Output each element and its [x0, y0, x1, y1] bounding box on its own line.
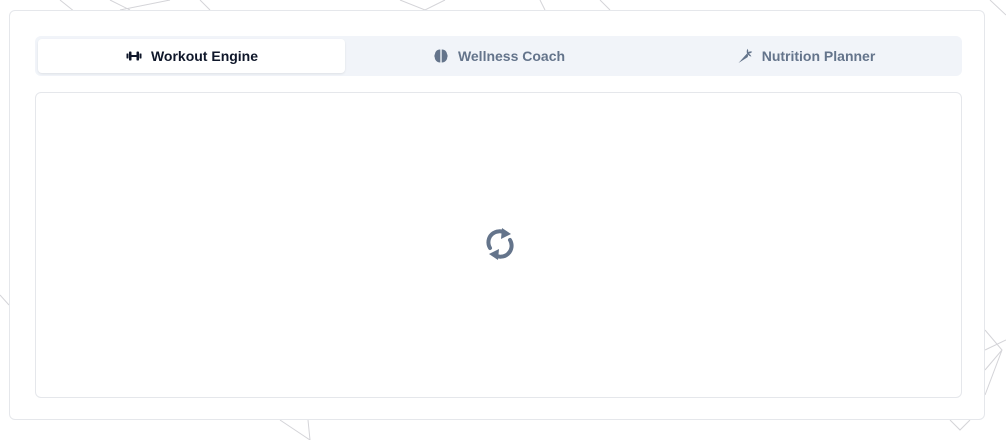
tab-wellness-coach[interactable]: Wellness Coach	[345, 39, 652, 73]
tab-label: Nutrition Planner	[761, 48, 876, 64]
tab-label: Wellness Coach	[457, 48, 566, 64]
tab-workout-engine[interactable]: Workout Engine	[38, 39, 345, 73]
dumbbell-icon	[125, 47, 143, 65]
tab-label: Workout Engine	[150, 48, 259, 64]
refresh-icon	[486, 228, 514, 260]
carrot-icon	[736, 47, 754, 65]
brain-icon	[432, 47, 450, 65]
tab-content-panel	[35, 92, 962, 398]
tab-nutrition-planner[interactable]: Nutrition Planner	[652, 39, 959, 73]
tab-bar: Workout Engine Wellness Coach Nutrition …	[35, 36, 962, 76]
main-card: Workout Engine Wellness Coach Nutrition …	[9, 10, 985, 420]
